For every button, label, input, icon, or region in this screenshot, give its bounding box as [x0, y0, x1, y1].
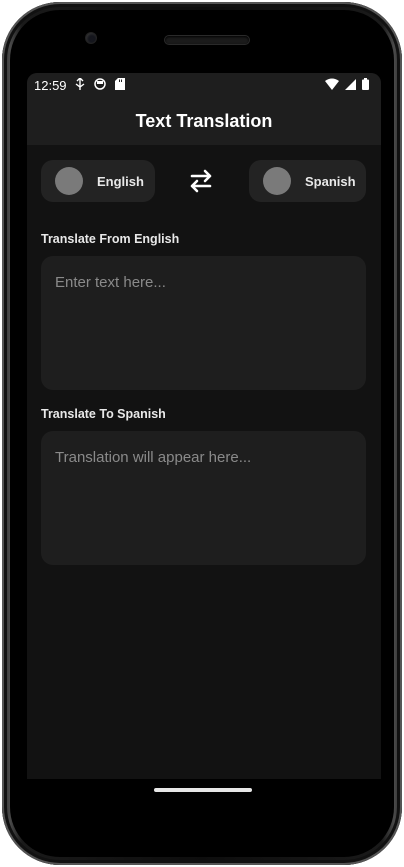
language-selector-row: English Spanish: [41, 160, 366, 202]
target-language-button[interactable]: Spanish: [249, 160, 366, 202]
translation-placeholder: Translation will appear here...: [55, 449, 252, 466]
battery-icon: [362, 78, 369, 90]
output-section-label: Translate To Spanish: [41, 407, 166, 421]
source-text-input[interactable]: Enter text here...: [41, 256, 366, 390]
notification-icons: [75, 78, 125, 90]
sd-card-icon: [115, 78, 125, 90]
input-section-label: Translate From English: [41, 232, 180, 246]
target-language-label: Spanish: [305, 173, 356, 189]
translation-output: Translation will appear here...: [41, 431, 366, 565]
source-language-label: English: [97, 173, 144, 189]
front-camera: [86, 33, 96, 43]
source-text-placeholder: Enter text here...: [55, 274, 166, 291]
target-language-flag: [263, 167, 291, 195]
wifi-icon: [325, 78, 339, 90]
home-indicator[interactable]: [154, 788, 252, 792]
source-language-flag: [55, 167, 83, 195]
cell-signal-icon: [345, 78, 356, 90]
earpiece-speaker: [165, 36, 249, 44]
source-language-button[interactable]: English: [41, 160, 155, 202]
sync-icon: [94, 78, 106, 90]
page-title: Text Translation: [135, 110, 273, 131]
system-status-icons: [325, 78, 369, 90]
swap-languages-icon[interactable]: [186, 168, 216, 194]
app-screen: 12:59 Text Translation English Spanish T…: [27, 73, 381, 779]
status-bar: 12:59: [27, 73, 381, 97]
status-time: 12:59: [34, 78, 67, 93]
usb-debug-icon: [75, 78, 85, 90]
app-bar: Text Translation: [27, 97, 381, 145]
